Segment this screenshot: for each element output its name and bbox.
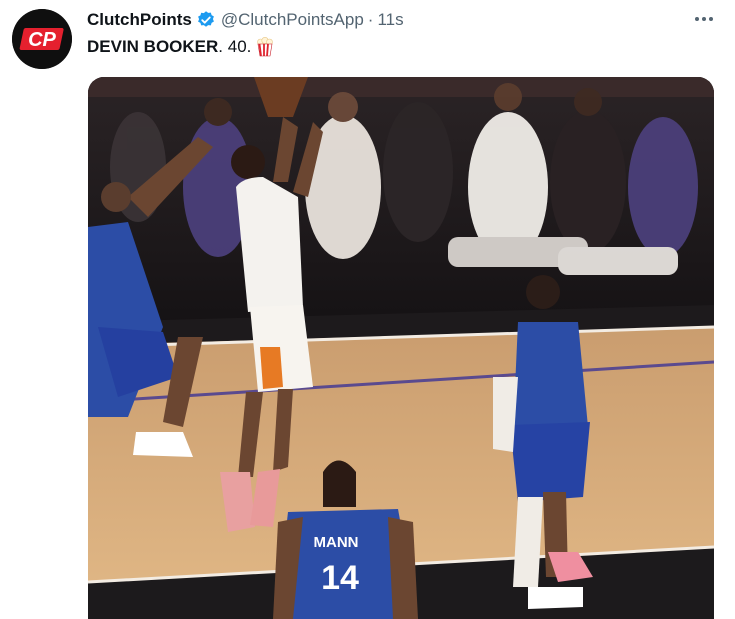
author-handle[interactable]: @ClutchPointsApp <box>221 10 364 30</box>
verified-badge-icon[interactable] <box>196 10 216 30</box>
tweet-video[interactable]: MANN 14 <box>88 77 714 619</box>
clutchpoints-logo-icon: CP <box>12 9 72 69</box>
tweet-card[interactable]: CP ClutchPoints @ClutchPointsApp · 11s D… <box>0 0 735 619</box>
jersey-name-text: MANN <box>314 534 359 551</box>
author-name[interactable]: ClutchPoints <box>87 10 192 30</box>
tweet-text: DEVIN BOOKER. 40. <box>87 37 274 57</box>
tweet-header: ClutchPoints @ClutchPointsApp · 11s <box>87 10 404 30</box>
tweet-text-rest: . 40. <box>218 37 252 56</box>
tweet-timestamp[interactable]: 11s <box>377 10 403 30</box>
avatar-logo-text: CP <box>28 29 56 51</box>
more-options-icon[interactable] <box>693 8 715 30</box>
popcorn-icon <box>256 37 274 57</box>
separator-dot: · <box>367 10 374 29</box>
author-avatar[interactable]: CP <box>12 9 72 69</box>
basketball-game-frame: MANN 14 <box>88 77 714 619</box>
jersey-number-text: 14 <box>321 559 359 597</box>
tweet-text-bold: DEVIN BOOKER <box>87 37 219 56</box>
